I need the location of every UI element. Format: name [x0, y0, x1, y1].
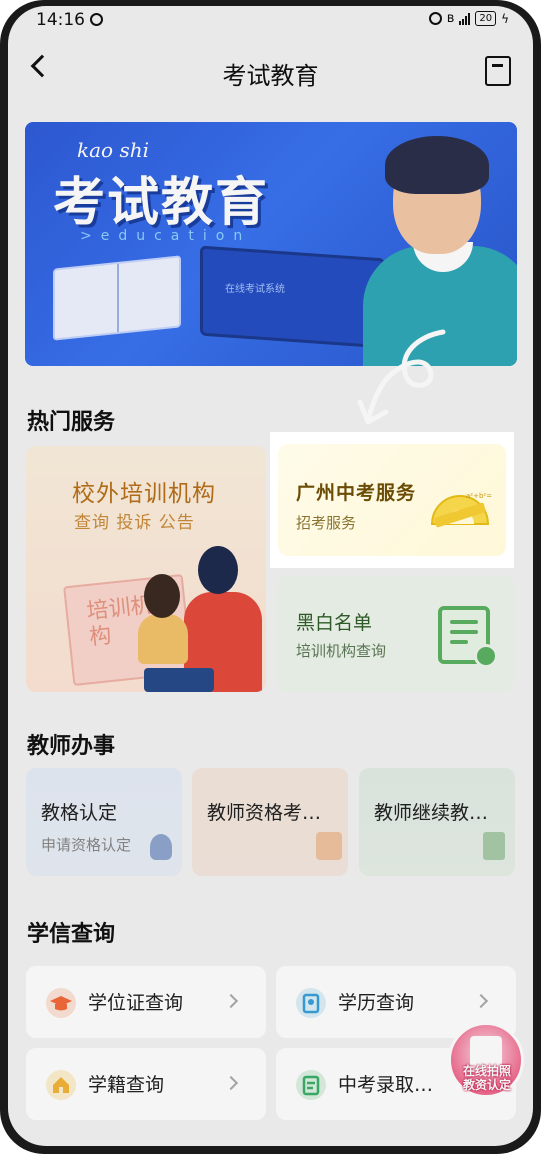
- phone-frame: 14:16 ʙ 20 ϟ 考试教育 kao shi 考试教育 >educatio…: [0, 0, 541, 1154]
- person-badge-icon: [150, 834, 172, 860]
- house-icon: [46, 1070, 76, 1100]
- query-label: 学历查询: [338, 992, 415, 1014]
- person-legs-illustration: [144, 668, 214, 692]
- notification-icon: [90, 13, 103, 26]
- card-subtitle: 申请资格认定: [41, 836, 132, 854]
- teacher-card-qualification[interactable]: 教格认定 申请资格认定: [26, 768, 182, 876]
- query-label: 学位证查询: [88, 992, 184, 1014]
- person-illustration: [138, 614, 188, 664]
- banner-title: 考试教育: [53, 173, 270, 233]
- section-title-teacher: 教师办事: [27, 734, 116, 759]
- card-title: 教师资格考…: [207, 802, 322, 824]
- query-label: 学籍查询: [88, 1074, 165, 1096]
- person-head-illustration: [144, 574, 180, 618]
- alarm-icon: [428, 12, 442, 25]
- card-subtitle: 查询 投诉 公告: [74, 513, 195, 533]
- card-title: 黑白名单: [296, 612, 373, 634]
- book-icon: [483, 832, 505, 860]
- charging-icon: ϟ: [501, 11, 509, 26]
- ruler-icon: a²+b²=c²: [430, 492, 492, 528]
- monitor-text: 在线考试系统: [225, 284, 285, 295]
- svg-text:a²+b²=c²: a²+b²=c²: [466, 492, 492, 500]
- teacher-card-continuing[interactable]: 教师继续教…: [359, 768, 515, 876]
- arrow-annotation-icon: [357, 329, 446, 425]
- highlight-frame: 广州中考服务 招考服务 a²+b²=c²: [270, 432, 514, 568]
- card-subtitle: 培训机构查询: [296, 642, 387, 660]
- teacher-card-exam[interactable]: 教师资格考…: [192, 768, 348, 876]
- people-icon: [316, 832, 342, 860]
- status-bar: 14:16 ʙ 20 ϟ: [8, 6, 533, 34]
- chevron-right-icon: [223, 1075, 239, 1091]
- section-title-query: 学信查询: [27, 922, 116, 947]
- status-icons: ʙ 20 ϟ: [428, 11, 509, 26]
- card-guangzhou-zhongkao[interactable]: 广州中考服务 招考服务 a²+b²=c²: [278, 444, 506, 556]
- dim-overlay: [514, 432, 533, 568]
- certificate-icon: [296, 988, 326, 1018]
- query-degree[interactable]: 学位证查询: [26, 966, 266, 1038]
- card-title: 教师继续教…: [374, 802, 489, 824]
- banner-pinyin: kao shi: [77, 138, 149, 162]
- card-title: 教格认定: [41, 802, 118, 824]
- card-title: 广州中考服务: [296, 482, 417, 504]
- person-head-illustration: [198, 546, 238, 594]
- screen: 14:16 ʙ 20 ϟ 考试教育 kao shi 考试教育 >educatio…: [8, 6, 533, 1146]
- bookmark-icon[interactable]: [485, 56, 511, 86]
- status-time: 14:16: [36, 10, 85, 30]
- card-subtitle: 招考服务: [296, 514, 357, 532]
- chevron-right-icon: [473, 993, 489, 1009]
- banner-subtitle: >education: [80, 228, 252, 244]
- top-bar: 考试教育: [8, 40, 533, 100]
- card-blackwhite-list[interactable]: 黑白名单 培训机构查询: [278, 576, 514, 692]
- battery-icon: 20: [475, 11, 497, 26]
- query-student-status[interactable]: 学籍查询: [26, 1048, 266, 1120]
- person-hair-illustration: [385, 136, 489, 194]
- section-title-hot: 热门服务: [27, 410, 116, 435]
- document-icon: [296, 1070, 326, 1100]
- card-offcampus-training[interactable]: 校外培训机构 查询 投诉 公告 培训机构: [26, 446, 266, 692]
- bluetooth-icon: ʙ: [446, 11, 455, 26]
- book-illustration: [53, 255, 181, 341]
- signal-icon: [459, 12, 471, 25]
- badge-icon: [474, 644, 498, 668]
- floating-badge-text: 在线拍照 教资认定: [462, 1064, 511, 1092]
- chevron-right-icon: [223, 993, 239, 1009]
- page-title: 考试教育: [222, 62, 319, 90]
- graduation-cap-icon: [46, 988, 76, 1018]
- card-title: 校外培训机构: [72, 481, 216, 507]
- query-label: 中考录取…: [338, 1074, 434, 1096]
